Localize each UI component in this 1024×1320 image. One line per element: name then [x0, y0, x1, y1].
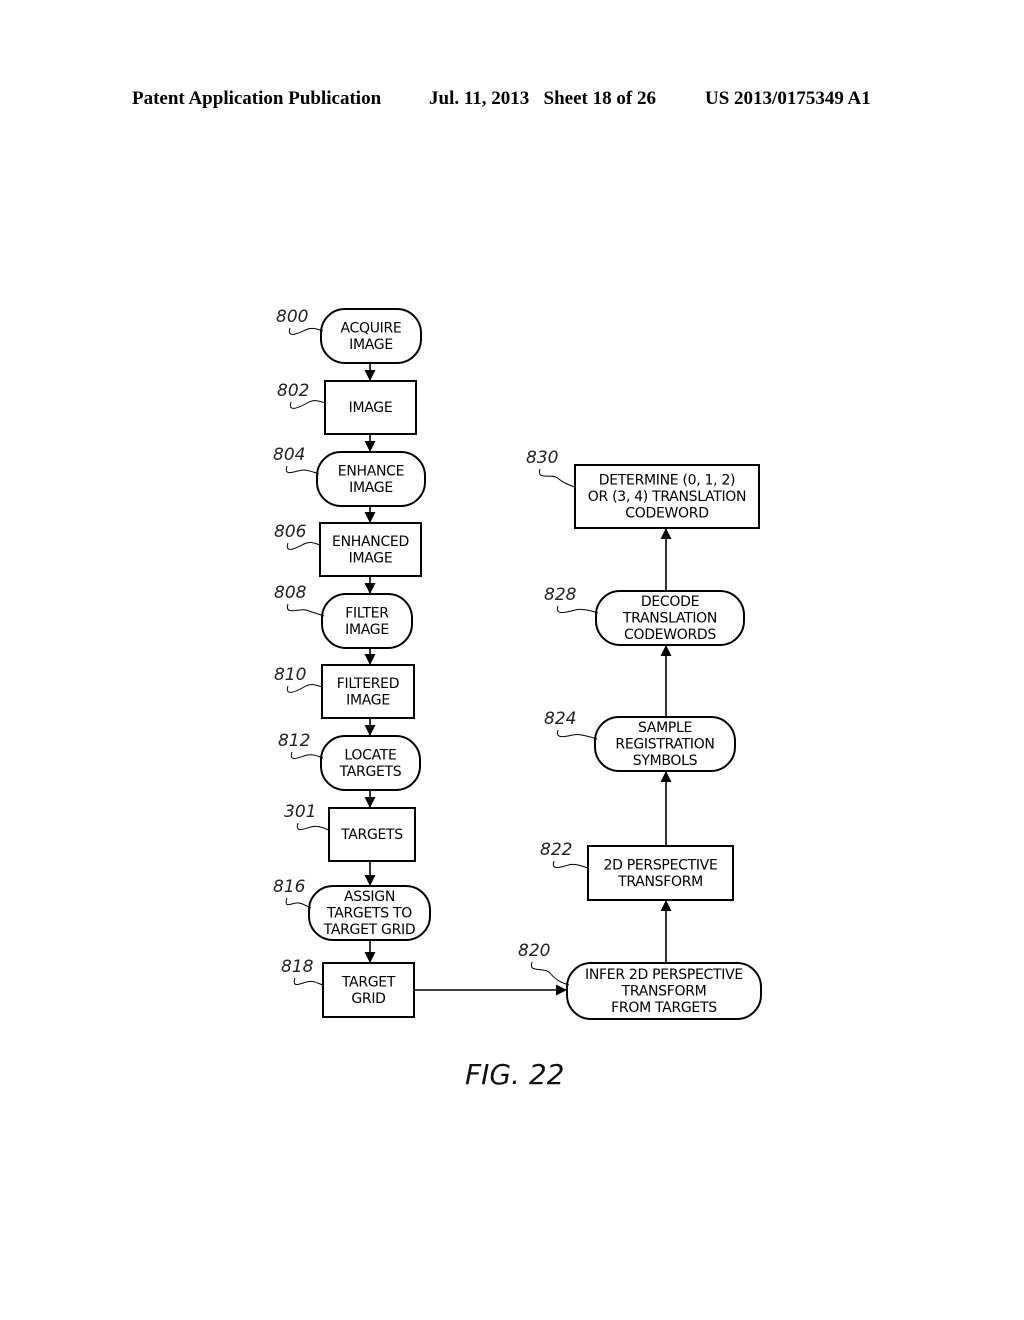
node-label-line: ENHANCED [332, 534, 409, 550]
reference-numeral: 818 [281, 957, 314, 977]
node-label-line: TARGET GRID [323, 922, 416, 938]
flow-node-830: DETERMINE (0, 1, 2)OR (3, 4) TRANSLATION… [526, 448, 760, 529]
node-label-line: CODEWORDS [624, 627, 716, 643]
reference-numeral: 830 [526, 448, 558, 468]
reference-numeral: 812 [278, 731, 310, 751]
reference-numeral: 301 [284, 802, 316, 822]
node-label-line: IMAGE [349, 400, 393, 416]
leader-line [286, 541, 321, 550]
flow-node-822: 2D PERSPECTIVETRANSFORM 822 [540, 840, 734, 901]
flowchart: ACQUIREIMAGE800IMAGE802ENHANCEIMAGE804EN… [273, 307, 762, 1091]
node-label-line: GRID [351, 991, 385, 1007]
reference-numeral: 828 [544, 585, 577, 605]
reference-numeral: 806 [274, 522, 307, 542]
node-label-line: TARGETS TO [326, 906, 412, 922]
node-label-line: TARGET [341, 974, 396, 990]
leader-line [288, 327, 324, 335]
flow-node-804: ENHANCEIMAGE 804 [273, 445, 426, 507]
node-label-line: IMAGE [345, 622, 389, 638]
reference-numeral: 810 [274, 665, 306, 685]
leader-line [285, 897, 312, 909]
flow-node-800: ACQUIREIMAGE 800 [276, 307, 422, 364]
node-label-line: SAMPLE [638, 720, 692, 736]
figure-label: FIG. 22 [465, 1058, 565, 1091]
flow-node-828: DECODETRANSLATIONCODEWORDS 828 [544, 585, 745, 646]
leader-line [556, 729, 598, 740]
node-label-line: ENHANCE [338, 463, 404, 479]
leader-line [293, 977, 324, 986]
flow-node-301: TARGETS 301 [284, 802, 416, 862]
flow-node-806: ENHANCEDIMAGE 806 [274, 522, 422, 577]
node-label-line: TARGETS [340, 827, 403, 843]
leader-line [285, 465, 320, 475]
leader-line [530, 961, 570, 986]
node-label-line: ASSIGN [344, 889, 395, 905]
flow-node-812: LOCATETARGETS 812 [278, 731, 421, 791]
node-label-line: DETERMINE (0, 1, 2) [599, 473, 735, 489]
node-label-line: DECODE [641, 594, 699, 610]
node-label-line: IMAGE [349, 480, 393, 496]
flow-node-808: FILTERIMAGE 808 [274, 583, 413, 649]
node-label-line: TRANSFORM [621, 984, 707, 1000]
reference-numeral: 808 [274, 583, 307, 603]
reference-numeral: 802 [277, 381, 309, 401]
leader-line [290, 751, 324, 759]
reference-numeral: 816 [273, 877, 306, 897]
leader-line [286, 684, 323, 693]
flow-node-810: FILTEREDIMAGE 810 [274, 664, 415, 719]
node-label-line: IMAGE [349, 550, 393, 566]
leader-line [286, 603, 325, 617]
node-label-line: IMAGE [346, 692, 390, 708]
node-label-line: FILTER [345, 605, 389, 621]
reference-numeral: 820 [518, 941, 550, 961]
reference-numeral: 800 [276, 307, 308, 327]
node-label-line: LOCATE [344, 747, 396, 763]
node-label-line: 2D PERSPECTIVE [603, 857, 717, 873]
node-label-line: SYMBOLS [633, 753, 698, 769]
reference-numeral: 804 [273, 445, 305, 465]
leader-line [538, 468, 576, 488]
node-label-line: INFER 2D PERSPECTIVE [585, 967, 743, 983]
flow-node-818: TARGETGRID 818 [281, 957, 415, 1018]
flow-node-824: SAMPLEREGISTRATIONSYMBOLS 824 [544, 709, 736, 772]
leader-line [289, 400, 326, 409]
flow-node-802: IMAGE 802 [277, 380, 417, 435]
leader-line [296, 822, 330, 831]
flow-node-820: INFER 2D PERSPECTIVETRANSFORMFROM TARGET… [518, 941, 762, 1020]
leader-line [552, 860, 589, 869]
node-label-line: TRANSLATION [622, 611, 717, 627]
leader-line [556, 605, 599, 614]
node-label-line: TRANSFORM [617, 874, 703, 890]
node-label-line: FROM TARGETS [611, 1000, 717, 1016]
flow-node-816: ASSIGNTARGETS TOTARGET GRID 816 [273, 877, 431, 941]
node-label-line: REGISTRATION [615, 737, 714, 753]
node-label-line: ACQUIRE [341, 320, 402, 336]
reference-numeral: 824 [544, 709, 576, 729]
node-label-line: IMAGE [349, 337, 393, 353]
node-label-line: FILTERED [337, 676, 399, 692]
node-label-line: OR (3, 4) TRANSLATION [588, 489, 746, 505]
node-label-line: CODEWORD [625, 506, 708, 522]
node-label-line: TARGETS [339, 764, 402, 780]
reference-numeral: 822 [540, 840, 572, 860]
